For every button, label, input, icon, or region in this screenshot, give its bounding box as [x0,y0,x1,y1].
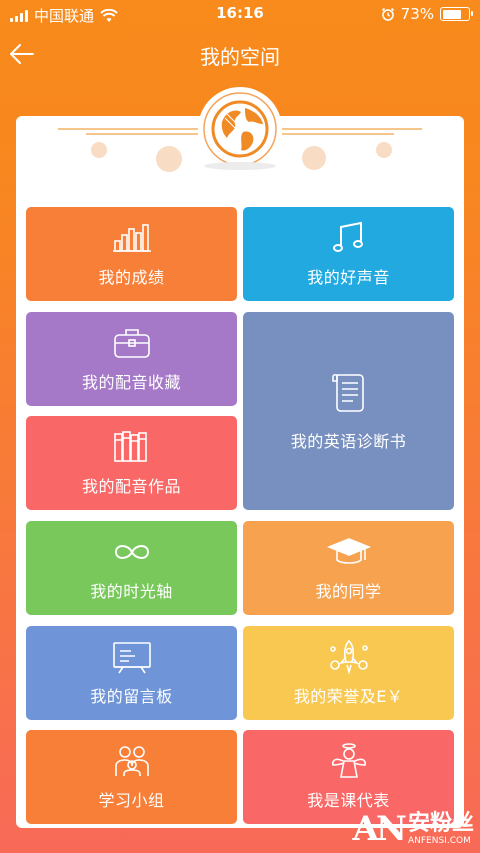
tile-label: 我是课代表 [307,791,390,810]
nav-bar: 我的空间 [0,32,480,76]
battery-percent: 73% [400,5,434,23]
watermark: AN 安粉丝 ANFENSI.COM [353,809,474,849]
tile-my-timeline[interactable]: 我的时光轴 [26,521,237,615]
tile-label: 我的好声音 [307,268,390,287]
battery-fill [442,9,461,19]
tile-my-english-diagnosis[interactable]: 我的英语诊断书 [243,312,454,510]
battery-icon [440,7,473,21]
status-bar: 中国联通 16:16 73% [0,0,480,28]
tile-my-classmates[interactable]: 我的同学 [243,521,454,615]
tile-my-scores[interactable]: 我的成绩 [26,207,237,301]
tile-my-dub-works[interactable]: 我的配音作品 [26,416,237,510]
header-deco-line-left [58,128,198,130]
tile-label: 我的时光轴 [90,582,173,601]
rocket-icon [327,639,371,675]
tile-label: 我的配音收藏 [81,373,181,392]
graduation-cap-icon [326,534,371,570]
briefcase-icon [110,325,154,361]
tile-label: 我的留言板 [90,687,173,706]
header-deco-dot [376,142,392,158]
watermark-logo: AN [352,809,407,849]
watermark-text: 安粉丝 ANFENSI.COM [407,810,474,846]
header-deco-line-left-2 [86,133,198,135]
books-icon [110,429,154,465]
tile-label: 我的英语诊断书 [290,432,407,451]
infinity-icon [110,534,154,570]
status-right: 73% [381,5,473,23]
scroll-icon [327,370,371,414]
angel-icon [327,743,371,779]
header-deco-dot [91,142,107,158]
group-icon [110,743,154,779]
bar-chart-icon [110,220,154,256]
tile-label: 学习小组 [98,791,165,810]
tile-study-group[interactable]: 学习小组 [26,730,237,824]
tile-my-good-voice[interactable]: 我的好声音 [243,207,454,301]
tile-label: 我的配音作品 [81,477,181,496]
tile-label: 我的荣誉及E￥ [293,687,404,706]
alarm-icon [381,7,394,21]
watermark-name: 安粉丝 [407,810,474,836]
header-deco-line-right-2 [282,133,394,135]
music-note-icon [327,220,371,256]
tile-my-dub-favorites[interactable]: 我的配音收藏 [26,312,237,406]
watermark-domain: ANFENSI.COM [407,835,471,846]
header-deco-line-right [282,128,422,130]
header-deco-dot [302,146,326,170]
chalkboard-icon [110,639,154,675]
tile-my-message-board[interactable]: 我的留言板 [26,626,237,720]
tile-my-honors[interactable]: 我的荣誉及E￥ [243,626,454,720]
header-deco-dot [156,146,182,172]
globe-icon [195,84,285,174]
tile-label: 我的同学 [315,582,382,601]
space-card: 我的成绩 我的好声音 我的配音收藏 我的英语诊断书 我的配音作品 我的时光轴 我… [16,87,464,828]
page-title: 我的空间 [200,45,280,69]
tile-label: 我的成绩 [98,268,165,287]
